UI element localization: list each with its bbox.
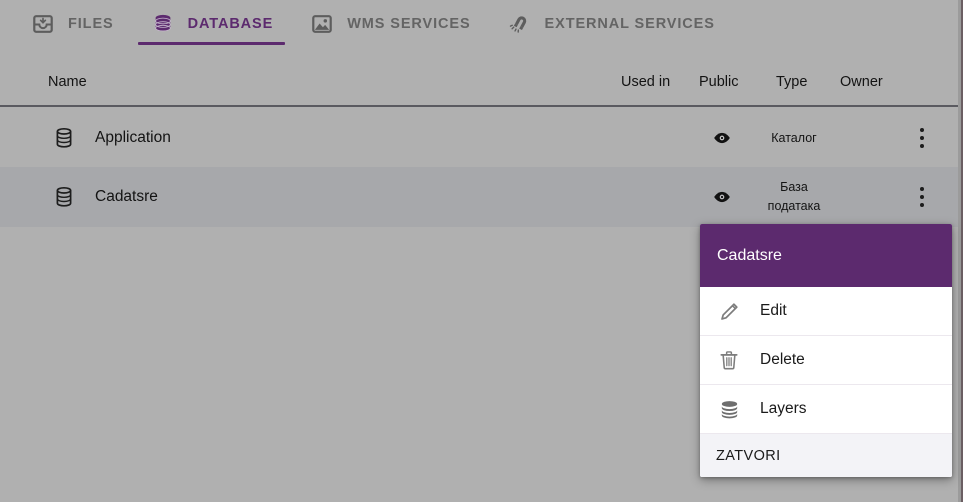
- context-menu-item-delete[interactable]: Delete: [700, 336, 952, 385]
- layers-icon: [714, 396, 744, 422]
- context-menu-close-button[interactable]: ZATVORI: [700, 434, 952, 477]
- database-icon: [50, 124, 78, 152]
- context-menu-close-label: ZATVORI: [716, 447, 781, 464]
- tab-external-services[interactable]: EXTERNAL SERVICES: [489, 0, 733, 48]
- context-menu-item-edit[interactable]: Edit: [700, 287, 952, 336]
- magnet-icon: [507, 11, 533, 37]
- tab-wms-services[interactable]: WMS SERVICES: [291, 0, 488, 48]
- table-row[interactable]: Application Каталог: [0, 109, 961, 167]
- context-menu-item-layers[interactable]: Layers: [700, 385, 952, 434]
- context-menu-item-label: Delete: [760, 351, 805, 368]
- column-header-used-in[interactable]: Used in: [621, 74, 670, 90]
- inbox-icon: [30, 11, 56, 37]
- context-menu-title: Cadatsre: [717, 246, 782, 264]
- tab-database[interactable]: DATABASE: [132, 0, 292, 48]
- trash-icon: [714, 347, 744, 373]
- tab-database-label: DATABASE: [187, 16, 274, 32]
- tab-wms-services-label: WMS SERVICES: [347, 16, 471, 32]
- tab-database-underline: [137, 42, 286, 45]
- more-vertical-icon[interactable]: [908, 177, 936, 217]
- database-icon: [150, 11, 176, 37]
- right-edge-strip: [958, 0, 961, 502]
- eye-icon[interactable]: [713, 188, 731, 206]
- more-vertical-icon[interactable]: [908, 118, 936, 158]
- app-root: FILES DATABASE WMS SERVICES EXTERNAL SER…: [0, 0, 963, 502]
- eye-icon[interactable]: [713, 129, 731, 147]
- row-type-label: База података: [767, 180, 821, 213]
- column-header-public[interactable]: Public: [699, 74, 739, 90]
- context-menu-header: Cadatsre: [700, 224, 952, 287]
- database-icon: [50, 183, 78, 211]
- table-header-row: Name Used in Public Type Owner: [0, 48, 961, 107]
- context-menu: Cadatsre Edit Delete Layers ZATVORI: [700, 224, 952, 477]
- column-header-owner[interactable]: Owner: [840, 74, 883, 90]
- column-header-name[interactable]: Name: [48, 74, 87, 90]
- image-icon: [309, 11, 335, 37]
- column-header-type[interactable]: Type: [776, 74, 807, 90]
- tab-external-services-label: EXTERNAL SERVICES: [544, 16, 715, 32]
- pencil-icon: [714, 298, 744, 324]
- context-menu-item-label: Layers: [760, 400, 807, 417]
- tab-files-label: FILES: [68, 16, 114, 32]
- row-type-label: Каталог: [771, 130, 817, 145]
- context-menu-item-label: Edit: [760, 302, 787, 319]
- tab-files[interactable]: FILES: [12, 0, 132, 48]
- row-name-label: Application: [95, 129, 171, 146]
- main-tab-bar: FILES DATABASE WMS SERVICES EXTERNAL SER…: [0, 0, 961, 48]
- row-name-label: Cadatsre: [95, 188, 158, 205]
- table-row[interactable]: Cadatsre База података: [0, 167, 961, 227]
